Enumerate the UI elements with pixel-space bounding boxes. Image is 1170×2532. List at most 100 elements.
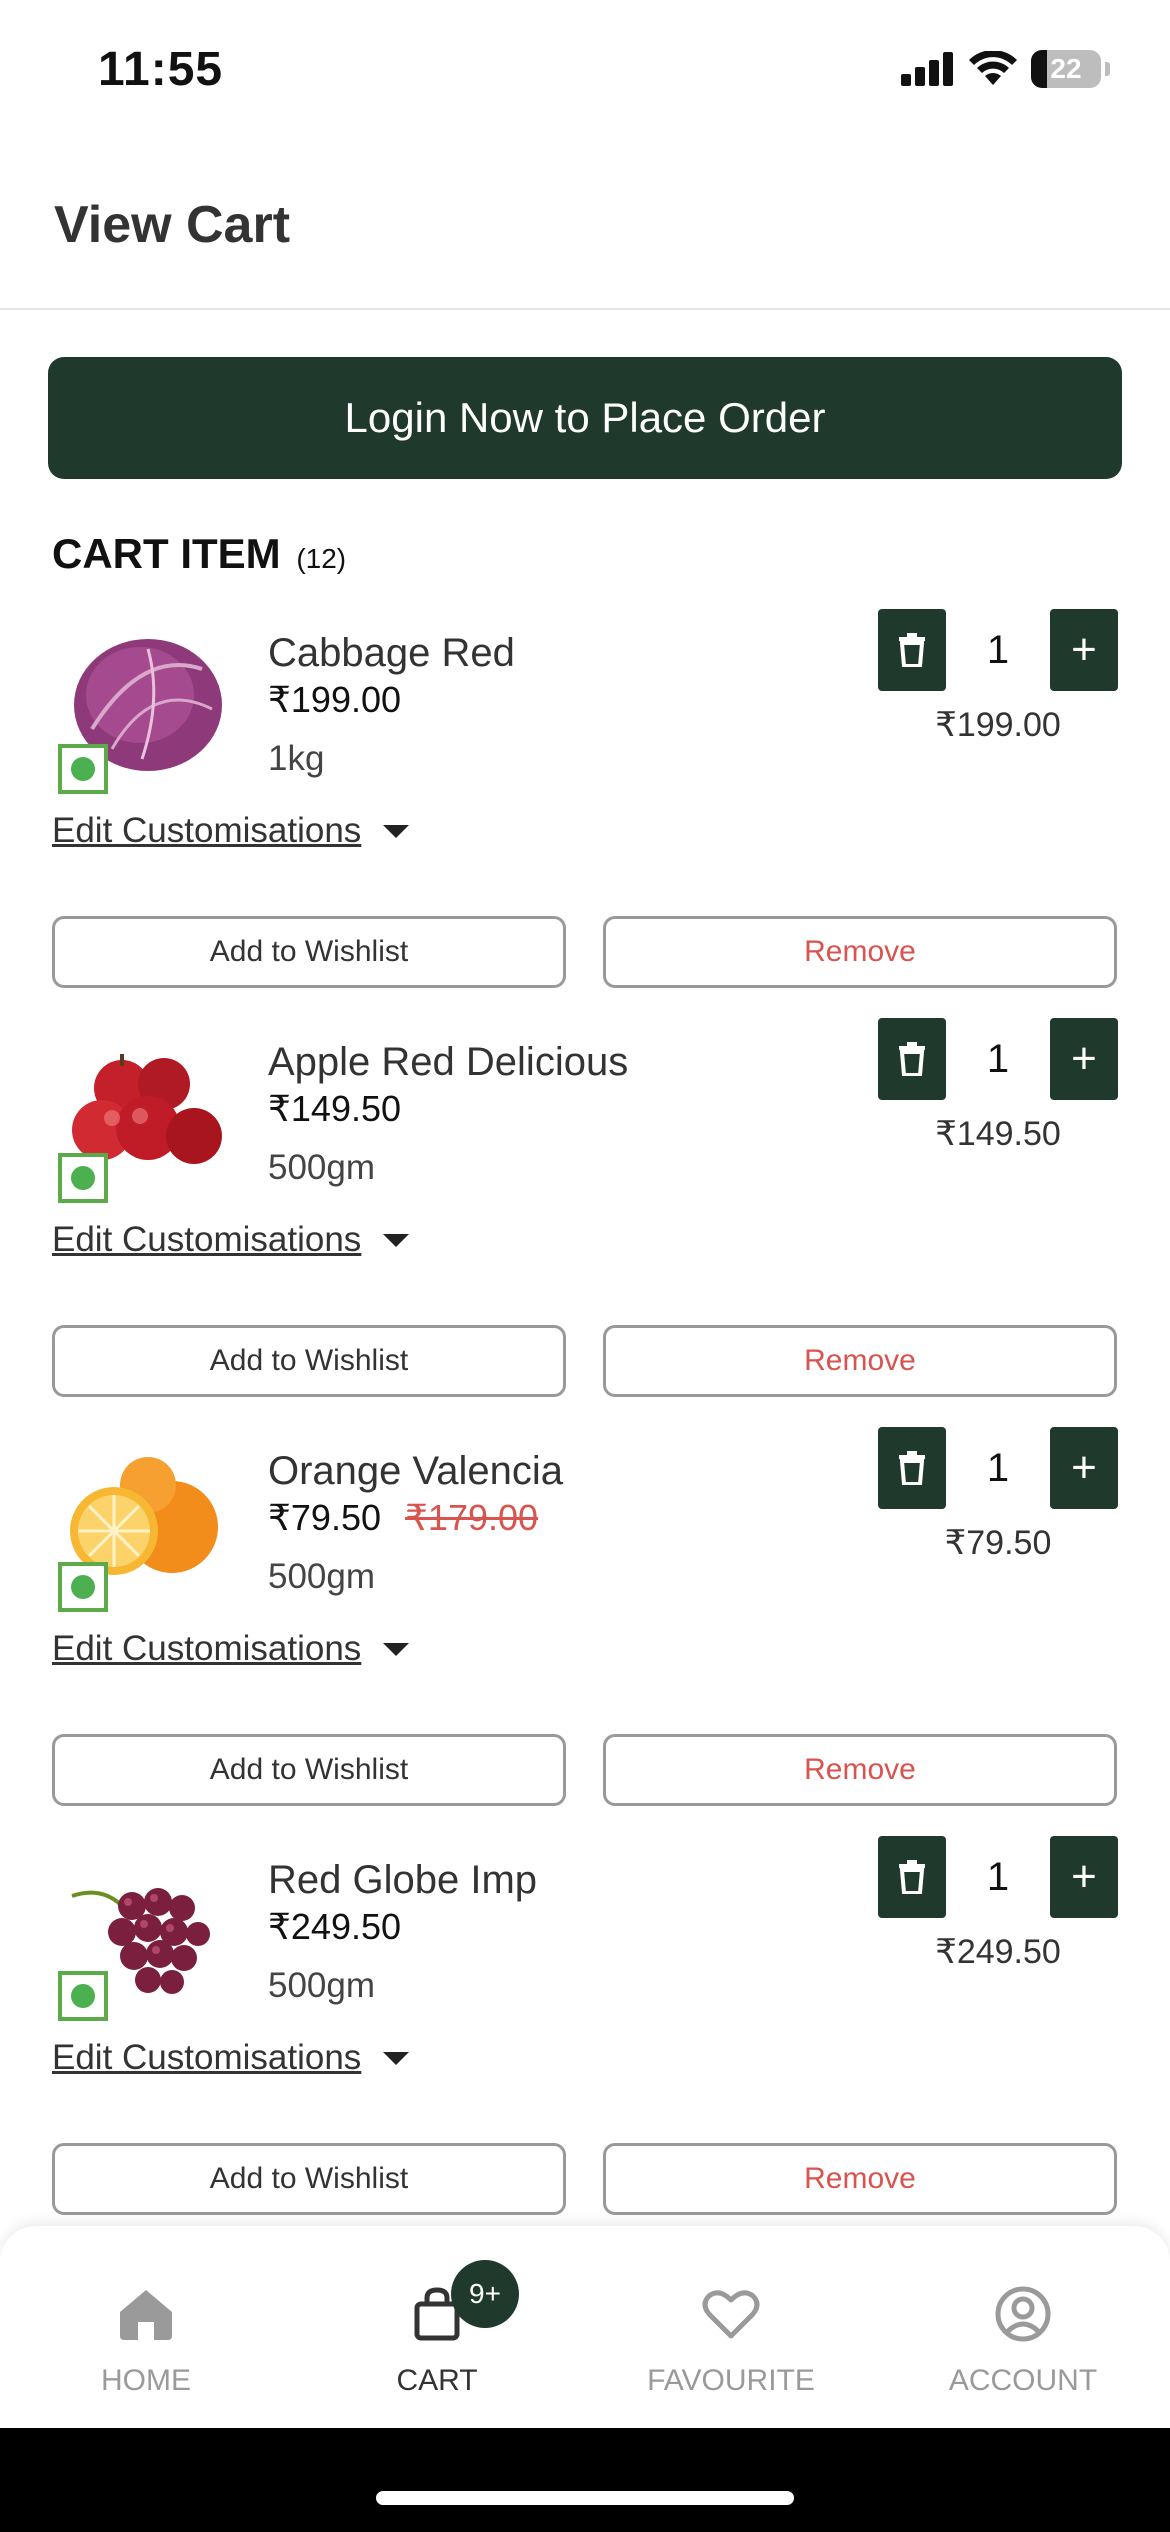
product-price: ₹199.00 (268, 679, 402, 720)
nav-account[interactable]: ACCOUNT (913, 2286, 1133, 2398)
wifi-icon (969, 51, 1017, 85)
quantity-stepper: 1 + (878, 1018, 1118, 1100)
plus-icon: + (1071, 1034, 1097, 1083)
product-name: Apple Red Delicious (268, 1040, 629, 1084)
plus-icon: + (1071, 1443, 1097, 1492)
product-price-row: ₹79.50 ₹179.00 (268, 1497, 538, 1539)
edit-customisations-link[interactable]: Edit Customisations (52, 1629, 410, 1669)
remove-button[interactable]: Remove (603, 1325, 1117, 1397)
delete-button[interactable] (878, 1427, 946, 1509)
increment-button[interactable]: + (1050, 1836, 1118, 1918)
nav-account-label: ACCOUNT (948, 2364, 1098, 2397)
product-name: Cabbage Red (268, 631, 515, 675)
plus-icon: + (1071, 1852, 1097, 1901)
nav-home[interactable]: HOME (36, 2286, 256, 2398)
cart-count: (12) (296, 543, 347, 574)
caret-down-icon (383, 1642, 410, 1656)
trash-icon (899, 1451, 925, 1485)
caret-down-icon (383, 1233, 410, 1247)
increment-button[interactable]: + (1050, 1018, 1118, 1100)
caret-down-icon (383, 2051, 410, 2065)
home-indicator-bar (0, 2428, 1170, 2532)
nav-favourite[interactable]: FAVOURITE (621, 2286, 841, 2398)
account-icon (995, 2286, 1051, 2342)
cart-item: Orange Valencia ₹79.50 ₹179.00 500gm Edi… (0, 1427, 1170, 1836)
cart-item: Apple Red Delicious ₹149.50 500gm Edit C… (0, 1018, 1170, 1427)
product-price-row: ₹199.00 (268, 679, 401, 721)
trash-icon (899, 633, 925, 667)
edit-customisations-label: Edit Customisations (52, 2038, 362, 2077)
cellular-signal-icon (901, 52, 953, 86)
delete-button[interactable] (878, 609, 946, 691)
add-to-wishlist-button[interactable]: Add to Wishlist (52, 2143, 566, 2215)
trash-icon (899, 1860, 925, 1894)
remove-button[interactable]: Remove (603, 1734, 1117, 1806)
original-price: ₹179.00 (405, 1497, 539, 1538)
product-price: ₹149.50 (268, 1088, 402, 1129)
veg-indicator-icon (58, 1562, 108, 1612)
quantity-stepper: 1 + (878, 609, 1118, 691)
cart-badge: 9+ (451, 2260, 519, 2328)
increment-button[interactable]: + (1050, 609, 1118, 691)
line-total: ₹199.00 (935, 706, 1061, 744)
product-price: ₹79.50 (268, 1497, 381, 1538)
product-price: ₹249.50 (268, 1906, 402, 1947)
cart-section-title: CART ITEM (12) (52, 530, 346, 578)
heart-icon (702, 2290, 760, 2339)
edit-customisations-label: Edit Customisations (52, 1629, 362, 1668)
trash-icon (899, 1042, 925, 1076)
edit-customisations-label: Edit Customisations (52, 811, 362, 850)
quantity-value: 1 (986, 627, 1010, 672)
add-to-wishlist-button[interactable]: Add to Wishlist (52, 1734, 566, 1806)
product-name: Red Globe Imp (268, 1858, 538, 1902)
login-button[interactable]: Login Now to Place Order (48, 357, 1122, 479)
product-weight: 500gm (268, 1966, 376, 2005)
status-bar: 11:55 22 (0, 0, 1170, 140)
remove-button[interactable]: Remove (603, 916, 1117, 988)
battery-level: 22 (1050, 53, 1082, 84)
delete-button[interactable] (878, 1018, 946, 1100)
product-weight: 1kg (268, 739, 325, 778)
cart-item: Red Globe Imp ₹249.50 500gm Edit Customi… (0, 1836, 1170, 2245)
line-total: ₹149.50 (935, 1115, 1061, 1153)
delete-button[interactable] (878, 1836, 946, 1918)
quantity-value: 1 (986, 1445, 1010, 1490)
quantity-stepper: 1 + (878, 1427, 1118, 1509)
veg-indicator-icon (58, 744, 108, 794)
nav-home-label: HOME (101, 2364, 191, 2397)
product-price-row: ₹149.50 (268, 1088, 401, 1130)
bottom-nav: HOME 9+ CART FAVOURITE ACCOUNT (0, 2226, 1170, 2428)
product-price-row: ₹249.50 (268, 1906, 401, 1948)
header: View Cart (0, 140, 1170, 310)
edit-customisations-link[interactable]: Edit Customisations (52, 1220, 410, 1260)
cart-title: CART ITEM (52, 530, 281, 577)
quantity-value: 1 (986, 1854, 1010, 1899)
increment-button[interactable]: + (1050, 1427, 1118, 1509)
veg-indicator-icon (58, 1153, 108, 1203)
home-indicator[interactable] (376, 2491, 794, 2505)
product-weight: 500gm (268, 1148, 376, 1187)
status-time: 11:55 (98, 43, 224, 96)
add-to-wishlist-button[interactable]: Add to Wishlist (52, 1325, 566, 1397)
line-total: ₹249.50 (935, 1933, 1061, 1971)
nav-cart-label: CART (396, 2364, 478, 2397)
caret-down-icon (383, 824, 410, 838)
nav-favourite-label: FAVOURITE (647, 2364, 815, 2397)
product-weight: 500gm (268, 1557, 376, 1596)
page-title: View Cart (54, 196, 291, 254)
status-icons: 22 (901, 50, 1110, 88)
line-total: ₹79.50 (944, 1524, 1052, 1562)
plus-icon: + (1071, 625, 1097, 674)
cart-item: Cabbage Red ₹199.00 1kg Edit Customisati… (0, 609, 1170, 1018)
battery-icon: 22 (1031, 50, 1101, 88)
nav-cart[interactable]: 9+ CART (327, 2260, 547, 2398)
edit-customisations-link[interactable]: Edit Customisations (52, 811, 410, 851)
edit-customisations-link[interactable]: Edit Customisations (52, 2038, 410, 2078)
veg-indicator-icon (58, 1971, 108, 2021)
add-to-wishlist-button[interactable]: Add to Wishlist (52, 916, 566, 988)
quantity-value: 1 (986, 1036, 1010, 1081)
remove-button[interactable]: Remove (603, 2143, 1117, 2215)
quantity-stepper: 1 + (878, 1836, 1118, 1918)
edit-customisations-label: Edit Customisations (52, 1220, 362, 1259)
home-icon (120, 2290, 172, 2340)
